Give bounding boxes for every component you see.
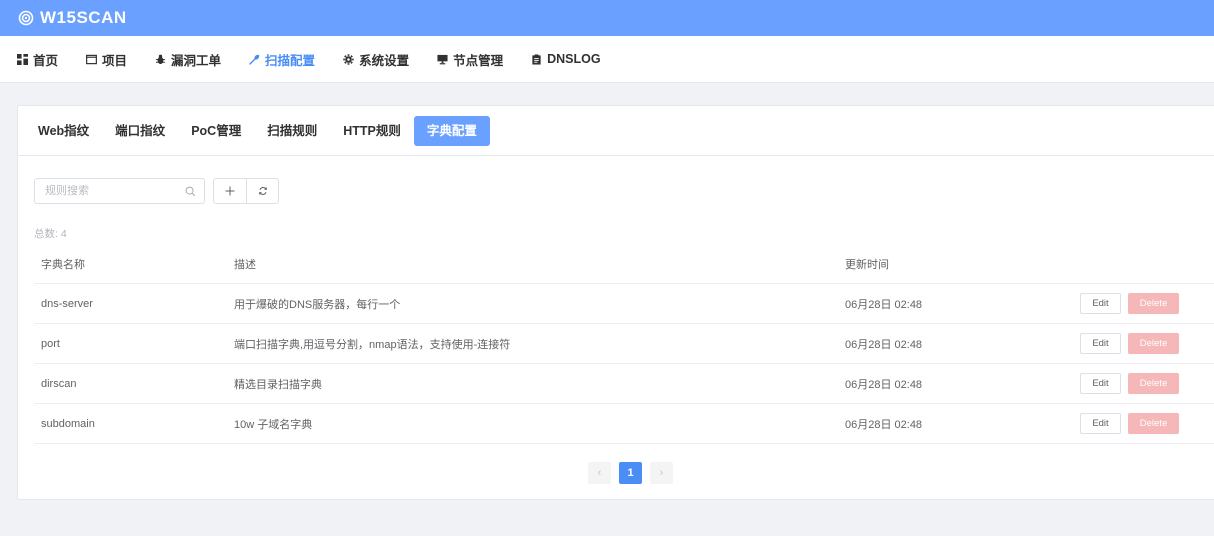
header-desc: 描述 bbox=[234, 258, 256, 271]
table-header: 字典名称 描述 更新时间 bbox=[34, 244, 1214, 284]
edit-button[interactable]: Edit bbox=[1080, 333, 1121, 354]
cell-desc: 用于爆破的DNS服务器，每行一个 bbox=[234, 298, 401, 311]
tab-port-fingerprint[interactable]: 端口指纹 bbox=[102, 116, 178, 146]
delete-button[interactable]: Delete bbox=[1128, 293, 1179, 314]
header-time: 更新时间 bbox=[845, 258, 889, 271]
nav-item-system-settings[interactable]: 系统设置 bbox=[343, 50, 409, 69]
nav-label: DNSLOG bbox=[547, 52, 601, 66]
table-row: subdomain 10w 子域名字典 06月28日 02:48 Edit De… bbox=[34, 404, 1214, 444]
cell-ops: Edit Delete bbox=[1080, 364, 1179, 403]
cell-name: dns-server bbox=[41, 297, 93, 310]
prev-page-button[interactable]: ‹ bbox=[588, 462, 611, 484]
nav-label: 节点管理 bbox=[453, 53, 504, 68]
nav-item-home[interactable]: 首页 bbox=[17, 50, 58, 69]
tab-bar: Web指纹 端口指纹 PoC管理 扫描规则 HTTP规则 字典配置 bbox=[18, 106, 1214, 156]
pagination: ‹ 1 › bbox=[588, 462, 681, 484]
content-card: Web指纹 端口指纹 PoC管理 扫描规则 HTTP规则 字典配置 总数: 4 … bbox=[17, 105, 1214, 500]
total-count: 总数: 4 bbox=[34, 228, 67, 240]
page-number-button[interactable]: 1 bbox=[619, 462, 642, 484]
window-icon bbox=[86, 54, 97, 64]
nav-label: 系统设置 bbox=[359, 53, 410, 68]
main-nav: 首页 项目 漏洞工单 扫描配置 系统设置 节点管理 DNSLOG bbox=[0, 36, 1214, 83]
toolbar bbox=[34, 178, 279, 204]
add-button[interactable] bbox=[214, 179, 246, 203]
cell-desc: 端口扫描字典,用逗号分割，nmap语法，支持使用-连接符 bbox=[234, 338, 511, 351]
header-name: 字典名称 bbox=[41, 258, 85, 271]
cell-name: port bbox=[41, 337, 60, 350]
table-row: dirscan 精选目录扫描字典 06月28日 02:48 Edit Delet… bbox=[34, 364, 1214, 404]
cell-ops: Edit Delete bbox=[1080, 404, 1179, 443]
cell-desc: 10w 子域名字典 bbox=[234, 418, 313, 431]
search-input[interactable] bbox=[45, 185, 175, 197]
search-icon[interactable] bbox=[185, 186, 196, 197]
cell-ops: Edit Delete bbox=[1080, 324, 1179, 363]
dashboard-icon bbox=[17, 53, 28, 65]
top-bar: W15SCAN bbox=[0, 0, 1214, 36]
edit-button[interactable]: Edit bbox=[1080, 413, 1121, 434]
cell-ops: Edit Delete bbox=[1080, 284, 1179, 323]
monitor-icon bbox=[437, 54, 448, 64]
cell-name: dirscan bbox=[41, 377, 77, 390]
delete-button[interactable]: Delete bbox=[1128, 373, 1179, 394]
bug-icon bbox=[155, 54, 166, 64]
tab-http-rules[interactable]: HTTP规则 bbox=[330, 116, 414, 146]
cell-time: 06月28日 02:48 bbox=[845, 378, 923, 391]
nav-label: 首页 bbox=[33, 53, 59, 68]
clipboard-icon bbox=[532, 53, 541, 65]
refresh-button[interactable] bbox=[246, 179, 278, 203]
nav-label: 扫描配置 bbox=[265, 53, 316, 68]
nav-item-scan-config[interactable]: 扫描配置 bbox=[249, 50, 315, 69]
delete-button[interactable]: Delete bbox=[1128, 413, 1179, 434]
table-row: port 端口扫描字典,用逗号分割，nmap语法，支持使用-连接符 06月28日… bbox=[34, 324, 1214, 364]
nav-item-vuln-tickets[interactable]: 漏洞工单 bbox=[155, 50, 221, 69]
search-box bbox=[34, 178, 205, 204]
cell-name: subdomain bbox=[41, 417, 95, 430]
plus-icon bbox=[225, 186, 235, 196]
cell-time: 06月28日 02:48 bbox=[845, 298, 923, 311]
next-page-button[interactable]: › bbox=[650, 462, 673, 484]
nav-item-projects[interactable]: 项目 bbox=[86, 50, 127, 69]
cell-time: 06月28日 02:48 bbox=[845, 338, 923, 351]
nav-label: 漏洞工单 bbox=[171, 53, 222, 68]
action-button-group bbox=[213, 178, 279, 204]
wrench-icon bbox=[249, 54, 260, 65]
tab-web-fingerprint[interactable]: Web指纹 bbox=[25, 116, 102, 146]
logo-icon bbox=[18, 10, 34, 26]
tab-poc-management[interactable]: PoC管理 bbox=[178, 116, 254, 146]
brand-name: W15SCAN bbox=[40, 8, 127, 27]
nav-label: 项目 bbox=[102, 53, 128, 68]
tab-scan-rules[interactable]: 扫描规则 bbox=[254, 116, 330, 146]
nav-item-dnslog[interactable]: DNSLOG bbox=[531, 52, 601, 66]
gear-icon bbox=[343, 53, 354, 65]
delete-button[interactable]: Delete bbox=[1128, 333, 1179, 354]
dictionary-table: 字典名称 描述 更新时间 dns-server 用于爆破的DNS服务器，每行一个… bbox=[34, 244, 1214, 444]
cell-time: 06月28日 02:48 bbox=[845, 418, 923, 431]
cell-desc: 精选目录扫描字典 bbox=[234, 378, 322, 391]
table-row: dns-server 用于爆破的DNS服务器，每行一个 06月28日 02:48… bbox=[34, 284, 1214, 324]
refresh-icon bbox=[258, 187, 267, 195]
edit-button[interactable]: Edit bbox=[1080, 293, 1121, 314]
tab-dictionary-config[interactable]: 字典配置 bbox=[413, 115, 490, 146]
edit-button[interactable]: Edit bbox=[1080, 373, 1121, 394]
nav-item-node-management[interactable]: 节点管理 bbox=[437, 50, 503, 69]
